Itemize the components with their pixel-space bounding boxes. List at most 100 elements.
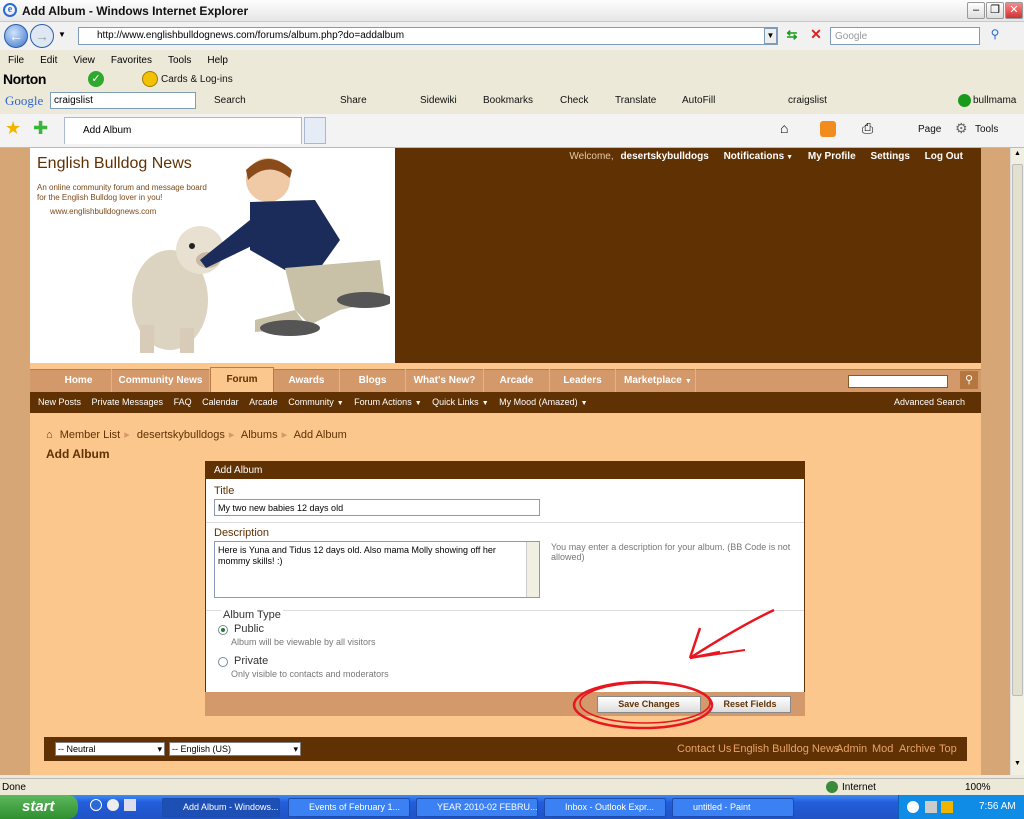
craigslist-bookmark[interactable]: craigslist (788, 95, 827, 106)
zoom-level[interactable]: 100% (965, 782, 991, 793)
archive-link[interactable]: Archive (899, 743, 936, 755)
radio-public[interactable] (218, 625, 228, 635)
favorites-star-icon[interactable]: ★ (5, 118, 21, 139)
print-icon[interactable]: ⎙ (862, 120, 873, 137)
scroll-up-icon[interactable]: ▲ (1012, 150, 1023, 162)
site-logo-image[interactable]: English Bulldog News An online community… (30, 148, 395, 363)
private-label[interactable]: Private (234, 655, 268, 667)
home-icon[interactable]: ⌂ (780, 120, 788, 136)
task-add-album[interactable]: Add Album - Windows... (162, 798, 280, 817)
search-icon[interactable]: ⚲ (960, 371, 978, 389)
menu-help[interactable]: Help (207, 55, 228, 66)
check-button[interactable]: Check (560, 95, 588, 106)
search-icon[interactable]: ⚲ (985, 27, 1005, 45)
style-select[interactable]: -- Neutral ▾ (55, 742, 165, 756)
add-favorites-icon[interactable]: ✚ (33, 118, 48, 139)
notifications-link[interactable]: Notifications (724, 151, 785, 162)
task-events[interactable]: Events of February 1... (288, 798, 410, 817)
menu-tools[interactable]: Tools (168, 55, 191, 66)
tray-expand-icon[interactable] (907, 801, 919, 813)
subnav-calendar[interactable]: Calendar (202, 397, 239, 407)
tab-awards[interactable]: Awards (274, 369, 340, 392)
advanced-search-link[interactable]: Advanced Search (894, 392, 965, 413)
feeds-icon[interactable] (820, 121, 836, 137)
quick-launch-outlook-icon[interactable] (124, 799, 136, 811)
history-dropdown-icon[interactable]: ▼ (58, 30, 66, 39)
settings-link[interactable]: Settings (870, 151, 909, 162)
quick-launch-media-icon[interactable] (107, 799, 119, 811)
username-link[interactable]: desertskybulldogs (620, 151, 708, 162)
public-label[interactable]: Public (234, 623, 264, 635)
subnav-arcade[interactable]: Arcade (249, 397, 278, 407)
scroll-down-icon[interactable]: ▼ (1012, 760, 1023, 772)
page-menu[interactable]: Page (918, 124, 941, 135)
google-search-button[interactable]: Search (214, 95, 246, 106)
breadcrumb-albums[interactable]: Albums (241, 429, 278, 441)
textarea-scrollbar[interactable] (526, 542, 539, 597)
back-button[interactable]: ← (4, 24, 28, 48)
stop-icon[interactable]: ✕ (806, 26, 826, 44)
tab-blogs[interactable]: Blogs (340, 369, 406, 392)
tab-arcade[interactable]: Arcade (484, 369, 550, 392)
menu-favorites[interactable]: Favorites (111, 55, 152, 66)
menu-file[interactable]: File (8, 55, 24, 66)
close-button[interactable]: ✕ (1005, 2, 1023, 19)
refresh-icon[interactable]: ⇆ (782, 27, 802, 45)
menu-edit[interactable]: Edit (40, 55, 57, 66)
logout-link[interactable]: Log Out (925, 151, 963, 162)
tab-community-news[interactable]: Community News (112, 369, 210, 392)
maximize-button[interactable]: ❐ (986, 2, 1004, 19)
subnav-community[interactable]: Community (288, 397, 334, 407)
site-home-link[interactable]: English Bulldog News (733, 743, 839, 755)
address-dropdown-icon[interactable]: ▼ (764, 28, 777, 44)
breadcrumb-user[interactable]: desertskybulldogs (137, 429, 225, 441)
task-outlook[interactable]: Inbox - Outlook Expr... (544, 798, 666, 817)
page-scrollbar[interactable]: ▲ ▼ (1010, 148, 1024, 775)
language-select[interactable]: -- English (US) ▾ (169, 742, 301, 756)
forward-button[interactable]: → (30, 24, 54, 48)
subnav-new-posts[interactable]: New Posts (38, 397, 81, 407)
search-box[interactable]: Google (830, 27, 980, 45)
new-tab-button[interactable] (304, 117, 326, 144)
tools-menu[interactable]: Tools (975, 124, 998, 135)
my-profile-link[interactable]: My Profile (808, 151, 856, 162)
scroll-thumb[interactable] (1012, 164, 1023, 696)
mod-link[interactable]: Mod (872, 743, 893, 755)
share-button[interactable]: Share (340, 95, 367, 106)
subnav-quick-links[interactable]: Quick Links (432, 397, 479, 407)
google-query-input[interactable]: craigslist (50, 92, 196, 109)
menu-view[interactable]: View (73, 55, 95, 66)
subnav-forum-actions[interactable]: Forum Actions (354, 397, 412, 407)
admin-link[interactable]: Admin (836, 743, 867, 755)
forum-search-input[interactable] (848, 375, 948, 388)
home-icon[interactable]: ⌂ (46, 429, 53, 441)
title-input[interactable]: My two new babies 12 days old (214, 499, 540, 516)
tab-forum[interactable]: Forum (210, 367, 274, 393)
minimize-button[interactable]: – (967, 2, 985, 19)
cards-logins[interactable]: Cards & Log-ins (161, 74, 233, 85)
contact-us-link[interactable]: Contact Us (677, 743, 731, 755)
task-paint[interactable]: untitled - Paint (672, 798, 794, 817)
radio-private[interactable] (218, 657, 228, 667)
tab-add-album[interactable]: Add Album (64, 117, 302, 144)
breadcrumb-member-list[interactable]: Member List (60, 429, 121, 441)
quick-launch-ie-icon[interactable] (90, 799, 102, 811)
subnav-faq[interactable]: FAQ (174, 397, 192, 407)
autofill-button[interactable]: AutoFill (682, 95, 715, 106)
address-bar[interactable]: http://www.englishbulldognews.com/forums… (78, 27, 778, 45)
subnav-my-mood[interactable]: My Mood (Amazed) (499, 397, 578, 407)
start-button[interactable]: start (0, 795, 78, 819)
task-year-folder[interactable]: YEAR 2010-02 FEBRU... (416, 798, 538, 817)
description-textarea[interactable]: Here is Yuna and Tidus 12 days old. Also… (214, 541, 540, 598)
bookmarks-button[interactable]: Bookmarks (483, 95, 533, 106)
tab-home[interactable]: Home (46, 369, 112, 392)
translate-button[interactable]: Translate (615, 95, 656, 106)
tab-whats-new[interactable]: What's New? (406, 369, 484, 392)
top-link[interactable]: Top (939, 743, 957, 755)
google-user[interactable]: bullmama (973, 95, 1016, 106)
tab-marketplace[interactable]: Marketplace ▼ (616, 369, 696, 392)
norton-status-icon[interactable]: ✓ (88, 71, 104, 87)
tab-leaders[interactable]: Leaders (550, 369, 616, 392)
sidewiki-button[interactable]: Sidewiki (420, 95, 457, 106)
subnav-private-messages[interactable]: Private Messages (92, 397, 164, 407)
